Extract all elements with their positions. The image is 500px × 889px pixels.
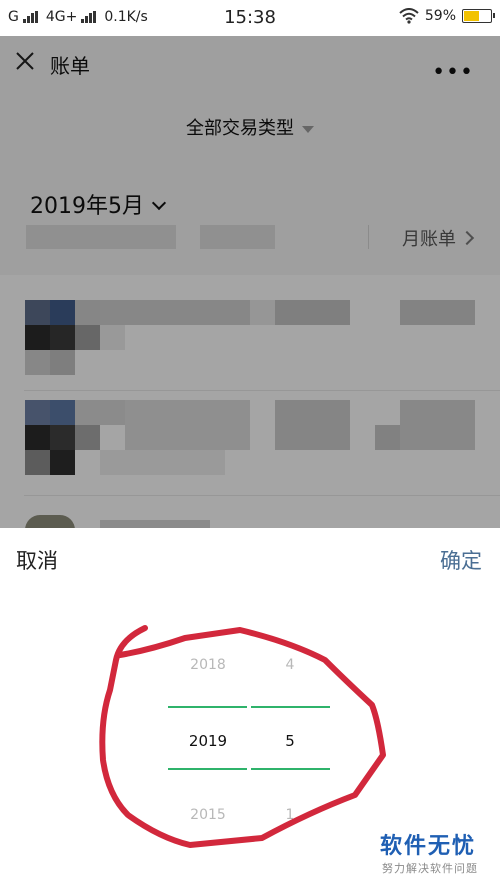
watermark-title: 软件无忧: [380, 834, 477, 859]
watermark-subtitle: 努力解决软件问题: [382, 862, 478, 875]
cancel-button[interactable]: 取消: [16, 545, 58, 575]
wifi-icon: [399, 8, 419, 24]
month-option[interactable]: 4: [250, 657, 330, 673]
modal-overlay[interactable]: [0, 36, 500, 530]
battery-fill: [464, 11, 479, 21]
confirm-button[interactable]: 确定: [440, 545, 482, 575]
status-right: 59%: [399, 8, 495, 24]
selection-line-bottom: [251, 768, 330, 770]
status-bar: G 4G+ 0.1K/s 15:38 59%: [0, 0, 500, 36]
selection-line-bottom: [168, 768, 247, 770]
selection-line-top: [251, 706, 330, 708]
month-option-selected[interactable]: 5: [250, 732, 330, 750]
battery-percent: 59%: [424, 8, 456, 24]
year-option[interactable]: 2015: [168, 807, 248, 823]
month-option[interactable]: 1: [250, 807, 330, 823]
year-option-selected[interactable]: 2019: [168, 732, 248, 750]
selection-line-top: [168, 706, 247, 708]
battery-icon: [462, 9, 495, 23]
year-option[interactable]: 2018: [168, 657, 248, 673]
